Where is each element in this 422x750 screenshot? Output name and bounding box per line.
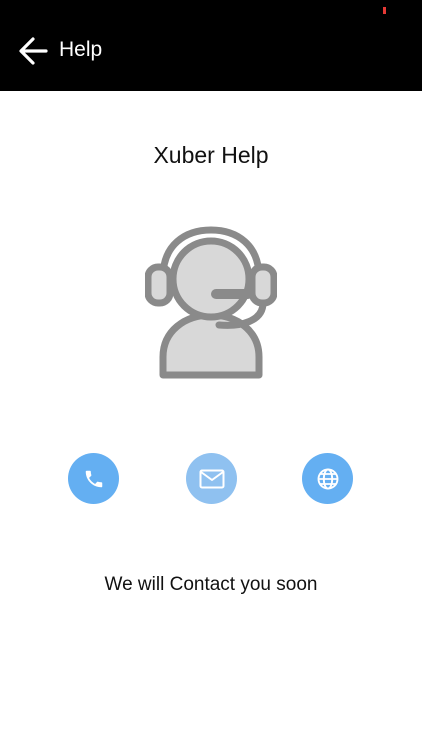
globe-icon	[317, 468, 338, 489]
website-button[interactable]	[302, 453, 353, 504]
status-indicator	[383, 7, 386, 14]
contact-message: We will Contact you soon	[104, 574, 318, 595]
support-agent-icon	[145, 226, 277, 379]
app-bar-title: Help	[59, 38, 103, 61]
call-button[interactable]	[68, 453, 119, 504]
back-button[interactable]	[14, 32, 52, 70]
email-button[interactable]	[186, 453, 237, 504]
mail-icon	[199, 469, 224, 488]
page-title: Xuber Help	[153, 142, 269, 168]
arrow-left-icon	[19, 37, 48, 65]
phone-icon	[85, 470, 102, 487]
app-bar: Help	[0, 0, 422, 91]
